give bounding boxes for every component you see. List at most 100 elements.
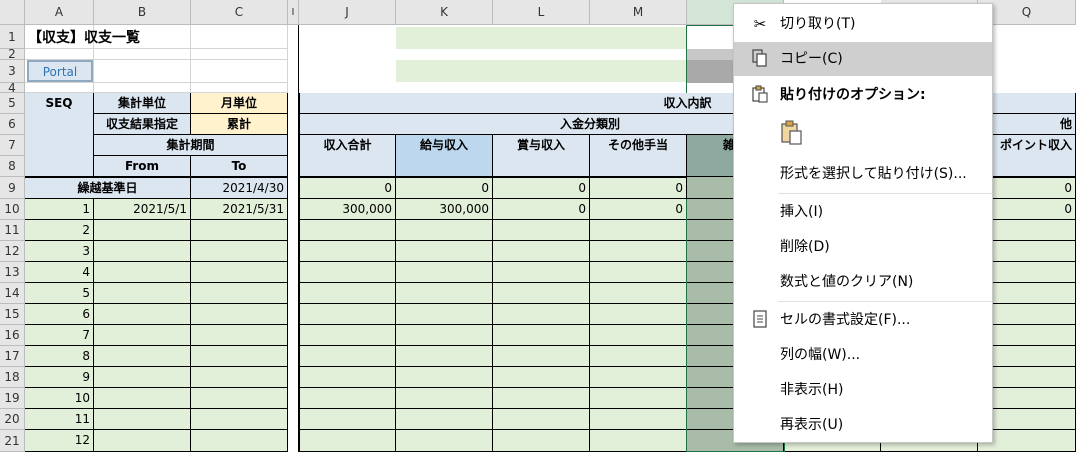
menu-item-copy[interactable]: コピー(C)	[734, 42, 992, 76]
from-cell[interactable]	[94, 241, 191, 262]
row-header[interactable]: 1	[0, 25, 25, 49]
value-cell[interactable]	[396, 367, 493, 388]
row-header[interactable]: 11	[0, 220, 25, 241]
menu-item-unhide[interactable]: 再表示(U)	[734, 408, 992, 442]
to-cell[interactable]	[191, 325, 288, 346]
grid-cell[interactable]	[94, 49, 191, 60]
seq-cell[interactable]: 3	[25, 241, 94, 262]
to-cell[interactable]	[191, 304, 288, 325]
row-header[interactable]: 2	[0, 48, 25, 60]
row-header[interactable]: 21	[0, 430, 25, 452]
carry-k[interactable]: 0	[396, 177, 493, 199]
row-header[interactable]: 18	[0, 367, 25, 388]
row-header[interactable]: 15	[0, 304, 25, 325]
carry-m[interactable]: 0	[590, 177, 687, 199]
value-cell[interactable]	[396, 388, 493, 409]
seq-cell[interactable]: 7	[25, 325, 94, 346]
column-header-l[interactable]: L	[493, 0, 590, 25]
column-header-b[interactable]: B	[94, 0, 191, 25]
to-cell[interactable]	[191, 346, 288, 367]
value-cell[interactable]	[493, 241, 590, 262]
value-cell[interactable]	[396, 325, 493, 346]
seq-cell[interactable]: 9	[25, 367, 94, 388]
value-cell[interactable]	[299, 262, 396, 283]
value-cell[interactable]	[590, 262, 687, 283]
value-cell[interactable]: 300,000	[299, 199, 396, 220]
value-cell[interactable]	[590, 241, 687, 262]
seq-cell[interactable]: 8	[25, 346, 94, 367]
menu-item-hide[interactable]: 非表示(H)	[734, 373, 992, 407]
from-cell[interactable]	[94, 409, 191, 430]
from-cell[interactable]: 2021/5/1	[94, 199, 191, 220]
to-cell[interactable]	[191, 409, 288, 430]
row-header[interactable]: 10	[0, 199, 25, 220]
row-header[interactable]: 9	[0, 177, 25, 199]
row-header[interactable]: 17	[0, 346, 25, 367]
from-cell[interactable]	[94, 325, 191, 346]
from-cell[interactable]	[94, 262, 191, 283]
row-header[interactable]: 5	[0, 93, 25, 114]
seq-cell[interactable]: 1	[25, 199, 94, 220]
value-cell[interactable]	[493, 346, 590, 367]
column-header-m[interactable]: M	[590, 0, 687, 25]
select-all-corner[interactable]	[0, 0, 25, 25]
value-cell[interactable]	[299, 220, 396, 241]
from-cell[interactable]	[94, 220, 191, 241]
value-cell[interactable]	[493, 367, 590, 388]
grid-cell[interactable]	[191, 83, 288, 93]
value-cell[interactable]	[590, 388, 687, 409]
seq-cell[interactable]: 4	[25, 262, 94, 283]
row-header[interactable]: 8	[0, 156, 25, 177]
grid-cell[interactable]	[25, 49, 94, 60]
value-cell[interactable]	[590, 220, 687, 241]
grid-cell[interactable]	[191, 60, 288, 83]
column-header-k[interactable]: K	[396, 0, 493, 25]
value-cell[interactable]	[299, 304, 396, 325]
grid-cell[interactable]	[191, 49, 288, 60]
value-cell[interactable]: 0	[590, 199, 687, 220]
menu-item-clear[interactable]: 数式と値のクリア(N)	[734, 265, 992, 299]
from-cell[interactable]	[94, 346, 191, 367]
seq-cell[interactable]: 12	[25, 430, 94, 452]
seq-cell[interactable]: 11	[25, 409, 94, 430]
from-cell[interactable]	[94, 283, 191, 304]
row-header[interactable]: 19	[0, 388, 25, 409]
seq-cell[interactable]: 6	[25, 304, 94, 325]
carry-base-date[interactable]: 2021/4/30	[191, 177, 288, 199]
column-header-j[interactable]: J	[299, 0, 396, 25]
value-cell[interactable]	[493, 409, 590, 430]
agg-unit-value[interactable]: 月単位	[191, 93, 288, 114]
row-header[interactable]: 20	[0, 409, 25, 430]
value-cell[interactable]	[493, 388, 590, 409]
to-cell[interactable]	[191, 430, 288, 452]
value-cell[interactable]	[396, 430, 493, 452]
result-spec-value[interactable]: 累計	[191, 114, 288, 135]
row-header[interactable]: 13	[0, 262, 25, 283]
column-header-a[interactable]: A	[25, 0, 94, 25]
carry-l[interactable]: 0	[493, 177, 590, 199]
to-cell[interactable]: 2021/5/31	[191, 199, 288, 220]
value-cell[interactable]	[493, 304, 590, 325]
seq-cell[interactable]: 5	[25, 283, 94, 304]
menu-item-paste-special[interactable]: 形式を選択して貼り付け(S)...	[734, 157, 992, 191]
value-cell[interactable]	[590, 367, 687, 388]
value-cell[interactable]	[590, 430, 687, 452]
value-cell[interactable]	[299, 325, 396, 346]
value-cell[interactable]	[493, 430, 590, 452]
from-cell[interactable]	[94, 388, 191, 409]
row-header[interactable]: 3	[0, 60, 25, 83]
column-header-i[interactable]: I	[288, 0, 299, 25]
value-cell[interactable]	[493, 325, 590, 346]
row-header[interactable]: 16	[0, 325, 25, 346]
portal-button[interactable]: Portal	[27, 60, 93, 82]
value-cell[interactable]	[299, 388, 396, 409]
seq-cell[interactable]: 10	[25, 388, 94, 409]
value-cell[interactable]	[396, 241, 493, 262]
value-cell[interactable]	[493, 283, 590, 304]
value-cell[interactable]	[299, 283, 396, 304]
value-cell[interactable]	[590, 346, 687, 367]
row-header[interactable]: 4	[0, 82, 25, 94]
menu-item-insert[interactable]: 挿入(I)	[734, 195, 992, 229]
row-header[interactable]: 14	[0, 283, 25, 304]
menu-item-column-width[interactable]: 列の幅(W)...	[734, 338, 992, 372]
